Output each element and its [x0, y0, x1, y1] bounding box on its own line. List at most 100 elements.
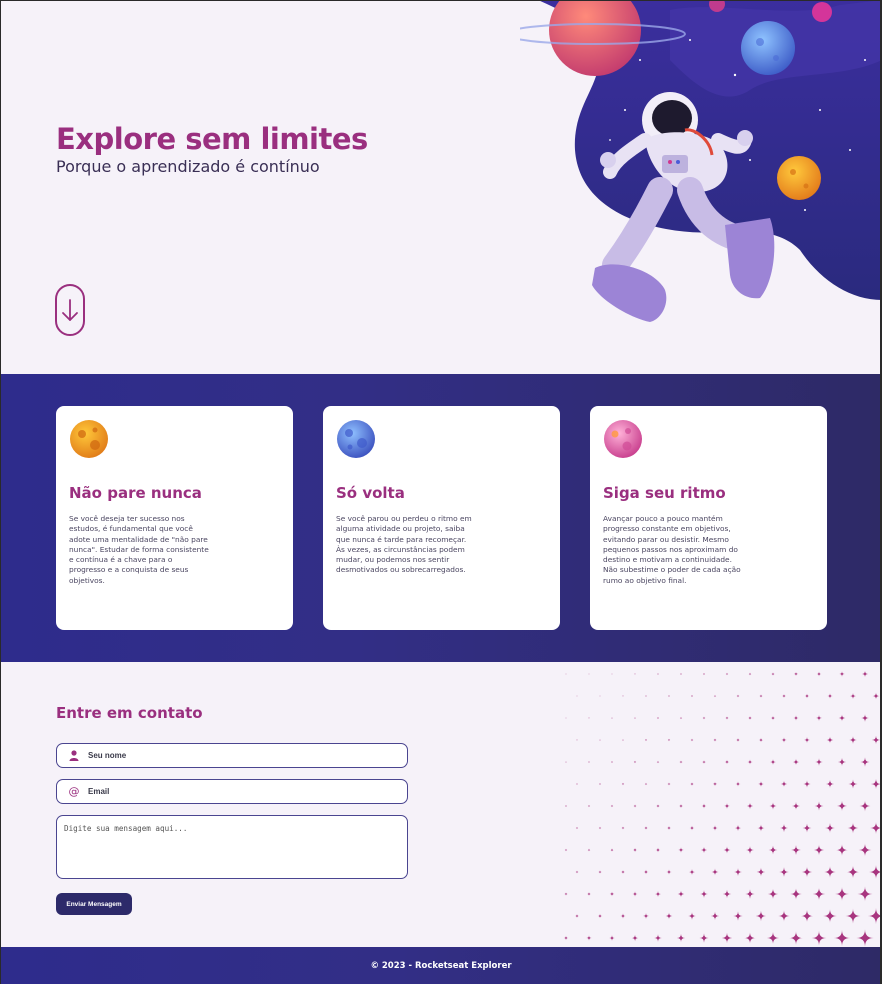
star-shape — [700, 846, 708, 854]
star-shape — [690, 782, 694, 786]
star-shape — [710, 911, 720, 921]
star-shape — [793, 715, 799, 721]
star-shape — [633, 760, 637, 764]
star-shape — [804, 693, 810, 699]
star-shape — [565, 673, 567, 675]
star-shape — [780, 780, 788, 788]
star-shape — [656, 804, 660, 808]
star-shape — [723, 846, 731, 854]
email-input[interactable] — [85, 787, 407, 796]
star-shape — [665, 912, 673, 920]
star-shape — [588, 761, 590, 763]
pink-planet-icon — [604, 420, 642, 458]
star-shape — [755, 910, 767, 922]
star-shape — [746, 846, 754, 854]
star-shape — [861, 670, 869, 678]
star-shape — [858, 843, 872, 857]
star-shape — [770, 715, 776, 721]
star-shape — [833, 929, 851, 947]
star-shape — [680, 673, 682, 675]
star-shape — [563, 935, 569, 941]
name-field[interactable] — [56, 743, 408, 768]
star-shape — [679, 716, 683, 720]
star-shape — [804, 737, 810, 743]
star-shape — [575, 826, 579, 830]
star-shape — [598, 826, 602, 830]
star-shape — [656, 760, 660, 764]
star-shape — [756, 867, 766, 877]
scroll-down-button[interactable] — [55, 284, 85, 336]
star-shape — [771, 672, 775, 676]
star-shape — [800, 909, 814, 923]
user-icon — [63, 750, 85, 761]
star-shape — [564, 804, 568, 808]
star-shape — [622, 739, 624, 741]
star-shape — [769, 802, 777, 810]
star-shape — [620, 869, 626, 875]
star-shape — [722, 889, 732, 899]
star-shape — [655, 847, 661, 853]
star-shape — [576, 783, 578, 785]
star-shape — [725, 716, 729, 720]
star-shape — [791, 801, 801, 811]
star-shape — [711, 868, 719, 876]
star-shape — [634, 673, 636, 675]
star-shape — [611, 717, 613, 719]
star-shape — [620, 913, 626, 919]
star-shape — [846, 865, 860, 879]
star-shape — [644, 738, 648, 742]
star-shape — [825, 779, 835, 789]
star-shape — [610, 804, 614, 808]
footer-copyright: © 2023 - Rocketseat Explorer — [370, 960, 512, 971]
star-shape — [849, 736, 857, 744]
star-shape — [657, 673, 659, 675]
star-shape — [770, 759, 776, 765]
star-shape — [690, 738, 694, 742]
star-shape — [870, 778, 882, 790]
star-shape — [733, 911, 743, 921]
footer: © 2023 - Rocketseat Explorer — [0, 947, 882, 984]
star-shape — [812, 887, 826, 901]
star-shape — [835, 887, 849, 901]
star-shape — [767, 888, 779, 900]
message-textarea[interactable] — [56, 815, 408, 879]
star-shape — [793, 671, 799, 677]
star-shape — [643, 913, 649, 919]
send-message-button[interactable]: Enviar Mensagem — [56, 893, 132, 915]
star-shape — [837, 757, 847, 767]
star-shape — [666, 825, 672, 831]
star-shape — [721, 932, 733, 944]
star-shape — [816, 715, 822, 721]
star-shape — [856, 929, 874, 947]
star-shape — [802, 823, 812, 833]
star-shape — [678, 803, 684, 809]
star-shape — [789, 931, 803, 945]
contact-title: Entre em contato — [56, 704, 203, 722]
star-shape — [632, 891, 638, 897]
star-shape — [576, 739, 578, 741]
star-shape — [610, 848, 614, 852]
email-field[interactable]: @ — [56, 779, 408, 804]
star-shape — [745, 889, 755, 899]
star-shape — [736, 738, 740, 742]
star-shape — [744, 932, 756, 944]
stars-pattern — [563, 670, 882, 947]
star-shape — [860, 757, 870, 767]
star-shape — [836, 844, 848, 856]
star-shape — [676, 933, 686, 943]
name-input[interactable] — [85, 751, 407, 760]
star-shape — [565, 717, 567, 719]
star-shape — [849, 692, 857, 700]
star-shape — [766, 931, 780, 945]
star-shape — [586, 891, 592, 897]
star-shape — [748, 672, 752, 676]
star-shape — [621, 782, 625, 786]
star-shape — [575, 914, 579, 918]
star-shape — [575, 870, 579, 874]
star-shape — [781, 737, 787, 743]
star-shape — [677, 890, 685, 898]
star-shape — [747, 759, 753, 765]
star-shape — [712, 825, 718, 831]
card-text: Avançar pouco a pouco mantém progresso c… — [603, 514, 741, 585]
star-shape — [790, 888, 802, 900]
